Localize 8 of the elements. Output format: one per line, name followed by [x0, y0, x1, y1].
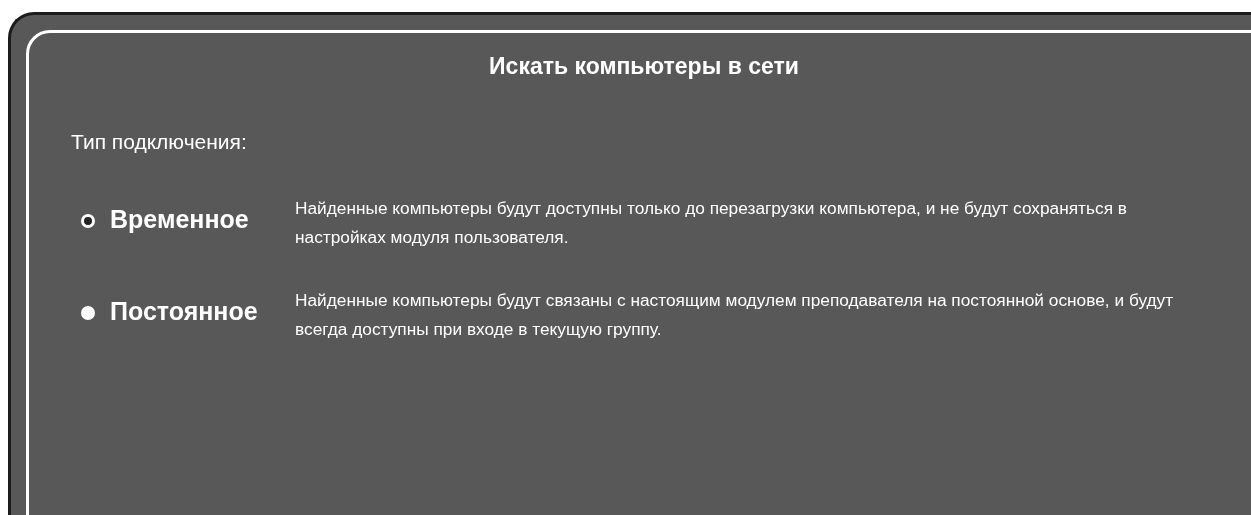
dialog-title: Искать компьютеры в сети [488, 52, 800, 81]
radio-button[interactable] [81, 214, 95, 228]
option-description: Найденные компьютеры будут связаны с настоящим модулем преподавателя на постоянной основе, и будут всегда доступны при входе в текущую группу. [295, 289, 1175, 341]
radio-button[interactable] [81, 306, 95, 320]
radio-label[interactable]: Временное [110, 201, 249, 239]
radio-label[interactable]: Постоянное [110, 293, 258, 331]
option-description: Найденные компьютеры будут доступны только до перезагрузки компьютера, и не будут сохраняться в настройках модуля пользователя. [295, 197, 1128, 249]
section-label: Тип подключения: [71, 128, 247, 155]
